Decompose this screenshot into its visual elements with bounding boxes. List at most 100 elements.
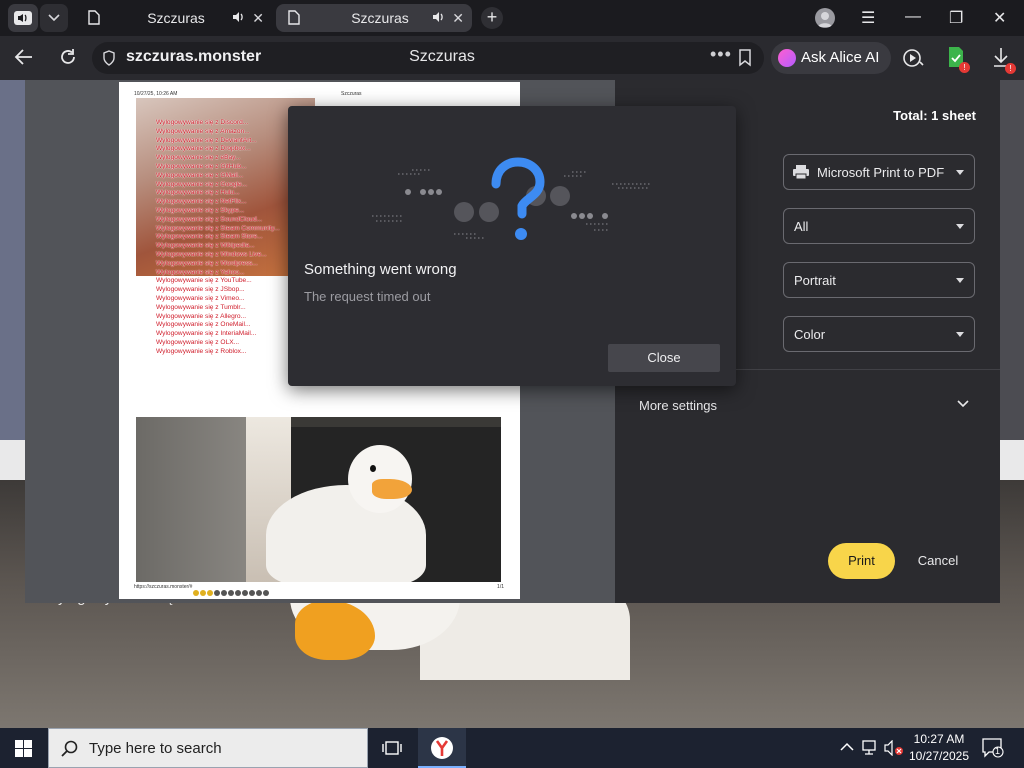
cancel-button[interactable]: Cancel	[908, 543, 968, 579]
logout-line: Wylogowywanie się z eBay...	[156, 154, 241, 162]
page-header-date: 10/27/25, 10:26 AM	[134, 91, 178, 97]
play-video-icon[interactable]	[902, 47, 924, 69]
reload-icon[interactable]	[58, 47, 78, 67]
close-window-button[interactable]: ✕	[993, 8, 1006, 28]
tab-title: Szczuras	[147, 10, 205, 26]
duck-eye	[370, 465, 376, 472]
logout-line: Wylogowywanie się z OLX...	[156, 338, 240, 346]
tab-bar: Szczuras ✕ Szczuras ✕ + ☰ — ❐ ✕	[0, 0, 1024, 36]
network-icon[interactable]	[862, 740, 880, 756]
page-left-image	[0, 80, 25, 440]
close-icon[interactable]: ✕	[252, 10, 264, 27]
restore-button[interactable]: ❐	[949, 8, 963, 28]
duck-beak	[372, 479, 412, 499]
yandex-browser-icon	[431, 737, 453, 759]
user-icon	[818, 12, 832, 27]
volume-muted-icon[interactable]	[884, 740, 904, 756]
back-arrow-icon[interactable]	[14, 47, 34, 67]
close-icon[interactable]: ✕	[452, 10, 464, 27]
dropdown-caret-icon	[956, 332, 964, 337]
tab-title: Szczuras	[351, 10, 409, 26]
bookmark-icon[interactable]	[738, 49, 752, 67]
ask-alice-button[interactable]: Ask Alice AI	[771, 42, 891, 74]
screen: Wylogowywanie się z Roblox... Szczuras ✕…	[0, 0, 1024, 768]
printer-select[interactable]: Microsoft Print to PDF	[783, 154, 975, 190]
notification-count: 1	[995, 746, 1001, 756]
speaker-icon	[14, 11, 32, 25]
layout-select[interactable]: Portrait	[783, 262, 975, 298]
logout-text-list: Wylogowywanie się z Discord... Wylogowyw…	[156, 119, 280, 357]
question-mark-illustration	[372, 157, 650, 240]
dropdown-caret-icon	[956, 170, 964, 175]
speaker-icon[interactable]	[232, 11, 246, 23]
page-icon	[88, 10, 100, 25]
dropdown-caret-icon	[956, 278, 964, 283]
logout-line: Wylogowywanie się z Allegro...	[156, 312, 247, 320]
shield-icon[interactable]	[102, 50, 116, 66]
minimize-button[interactable]: —	[905, 8, 921, 26]
clock-time: 10:27 AM	[913, 732, 965, 746]
color-select[interactable]: Color	[783, 316, 975, 352]
more-options-icon[interactable]: •••	[710, 44, 732, 65]
preview-duck-image	[136, 417, 501, 582]
logout-line: Wylogowywanie się z Wikipedia...	[156, 242, 255, 250]
navigation-bar: szczuras.monster Szczuras ••• Ask Alice …	[0, 36, 1024, 80]
printer-icon	[793, 165, 809, 180]
tab-szczuras-2[interactable]: Szczuras ✕	[276, 4, 472, 32]
pages-value: All	[794, 219, 809, 234]
page-header-title: Szczuras	[341, 91, 362, 97]
dialog-message: The request timed out	[304, 289, 431, 304]
search-icon	[61, 740, 78, 757]
pages-select[interactable]: All	[783, 208, 975, 244]
logout-line: Wylogowywanie się z Discord...	[156, 119, 249, 126]
logout-line: Wylogowywanie się z GitHub...	[156, 162, 247, 170]
logout-line: Wylogowywanie się z YouTube...	[156, 277, 252, 285]
audio-tabs-button[interactable]	[8, 4, 38, 32]
print-button[interactable]: Print	[828, 543, 895, 579]
profile-avatar[interactable]	[815, 8, 835, 28]
speaker-icon[interactable]	[432, 11, 446, 23]
logout-line: Wylogowywanie się z InteriaMail...	[156, 330, 257, 338]
task-view-icon[interactable]	[382, 738, 402, 758]
taskbar-search-box[interactable]: Type here to search	[48, 728, 368, 768]
logout-line: Wylogowywanie się z Dropbox...	[156, 145, 251, 153]
more-settings-toggle[interactable]: More settings	[639, 398, 717, 413]
menu-icon[interactable]: ☰	[861, 8, 875, 28]
tab-list-button[interactable]	[40, 4, 68, 32]
logout-line: Wylogowywanie się z GMail...	[156, 171, 244, 179]
notifications-button[interactable]: 1	[982, 738, 1004, 763]
logout-line: Wylogowywanie się z Roblox...	[156, 347, 247, 355]
url-text: szczuras.monster	[126, 48, 262, 65]
logout-line: Wylogowywanie się z Steam Store...	[156, 233, 263, 241]
system-clock[interactable]: 10:27 AM 10/27/2025	[902, 731, 976, 765]
page-footer-count: 1/1	[497, 584, 504, 590]
clock-date: 10/27/2025	[908, 749, 970, 763]
close-button[interactable]: Close	[608, 344, 720, 372]
page-title: Szczuras	[409, 48, 475, 65]
chevron-down-icon[interactable]	[957, 400, 969, 408]
logout-line: Wylogowywanie się z Windows Live...	[156, 250, 267, 258]
layout-value: Portrait	[794, 273, 836, 288]
printer-value: Microsoft Print to PDF	[817, 165, 945, 180]
new-tab-button[interactable]: +	[481, 7, 503, 29]
footer-emoji-row	[193, 583, 270, 601]
dialog-title: Something went wrong	[304, 261, 457, 278]
windows-taskbar: Type here to search 10:27 AM 10/27/2025 …	[0, 728, 1024, 768]
start-button[interactable]	[0, 728, 48, 768]
chevron-up-icon[interactable]	[840, 740, 854, 754]
total-sheets: Total: 1 sheet	[893, 108, 976, 123]
download-badge: !	[1005, 63, 1016, 74]
address-bar[interactable]: szczuras.monster Szczuras •••	[92, 42, 764, 74]
yandex-browser-taskbar-app[interactable]	[418, 728, 466, 768]
logout-line: Wylogowywanie się z OneMail...	[156, 321, 251, 329]
color-value: Color	[794, 327, 826, 342]
chevron-down-icon	[48, 14, 60, 22]
page-footer-url: https://szczuras.monster/#	[134, 584, 193, 590]
logout-line: Wylogowywanie się z Wordpress...	[156, 259, 258, 267]
logout-line: Wylogowywanie się z JSbop...	[156, 286, 245, 294]
extension-badge: !	[959, 62, 970, 73]
logout-line: Wylogowywanie się z SoundCloud...	[156, 215, 263, 223]
tab-szczuras-1[interactable]: Szczuras ✕	[76, 4, 272, 32]
alice-label: Ask Alice AI	[801, 49, 880, 66]
alice-icon	[778, 49, 796, 67]
